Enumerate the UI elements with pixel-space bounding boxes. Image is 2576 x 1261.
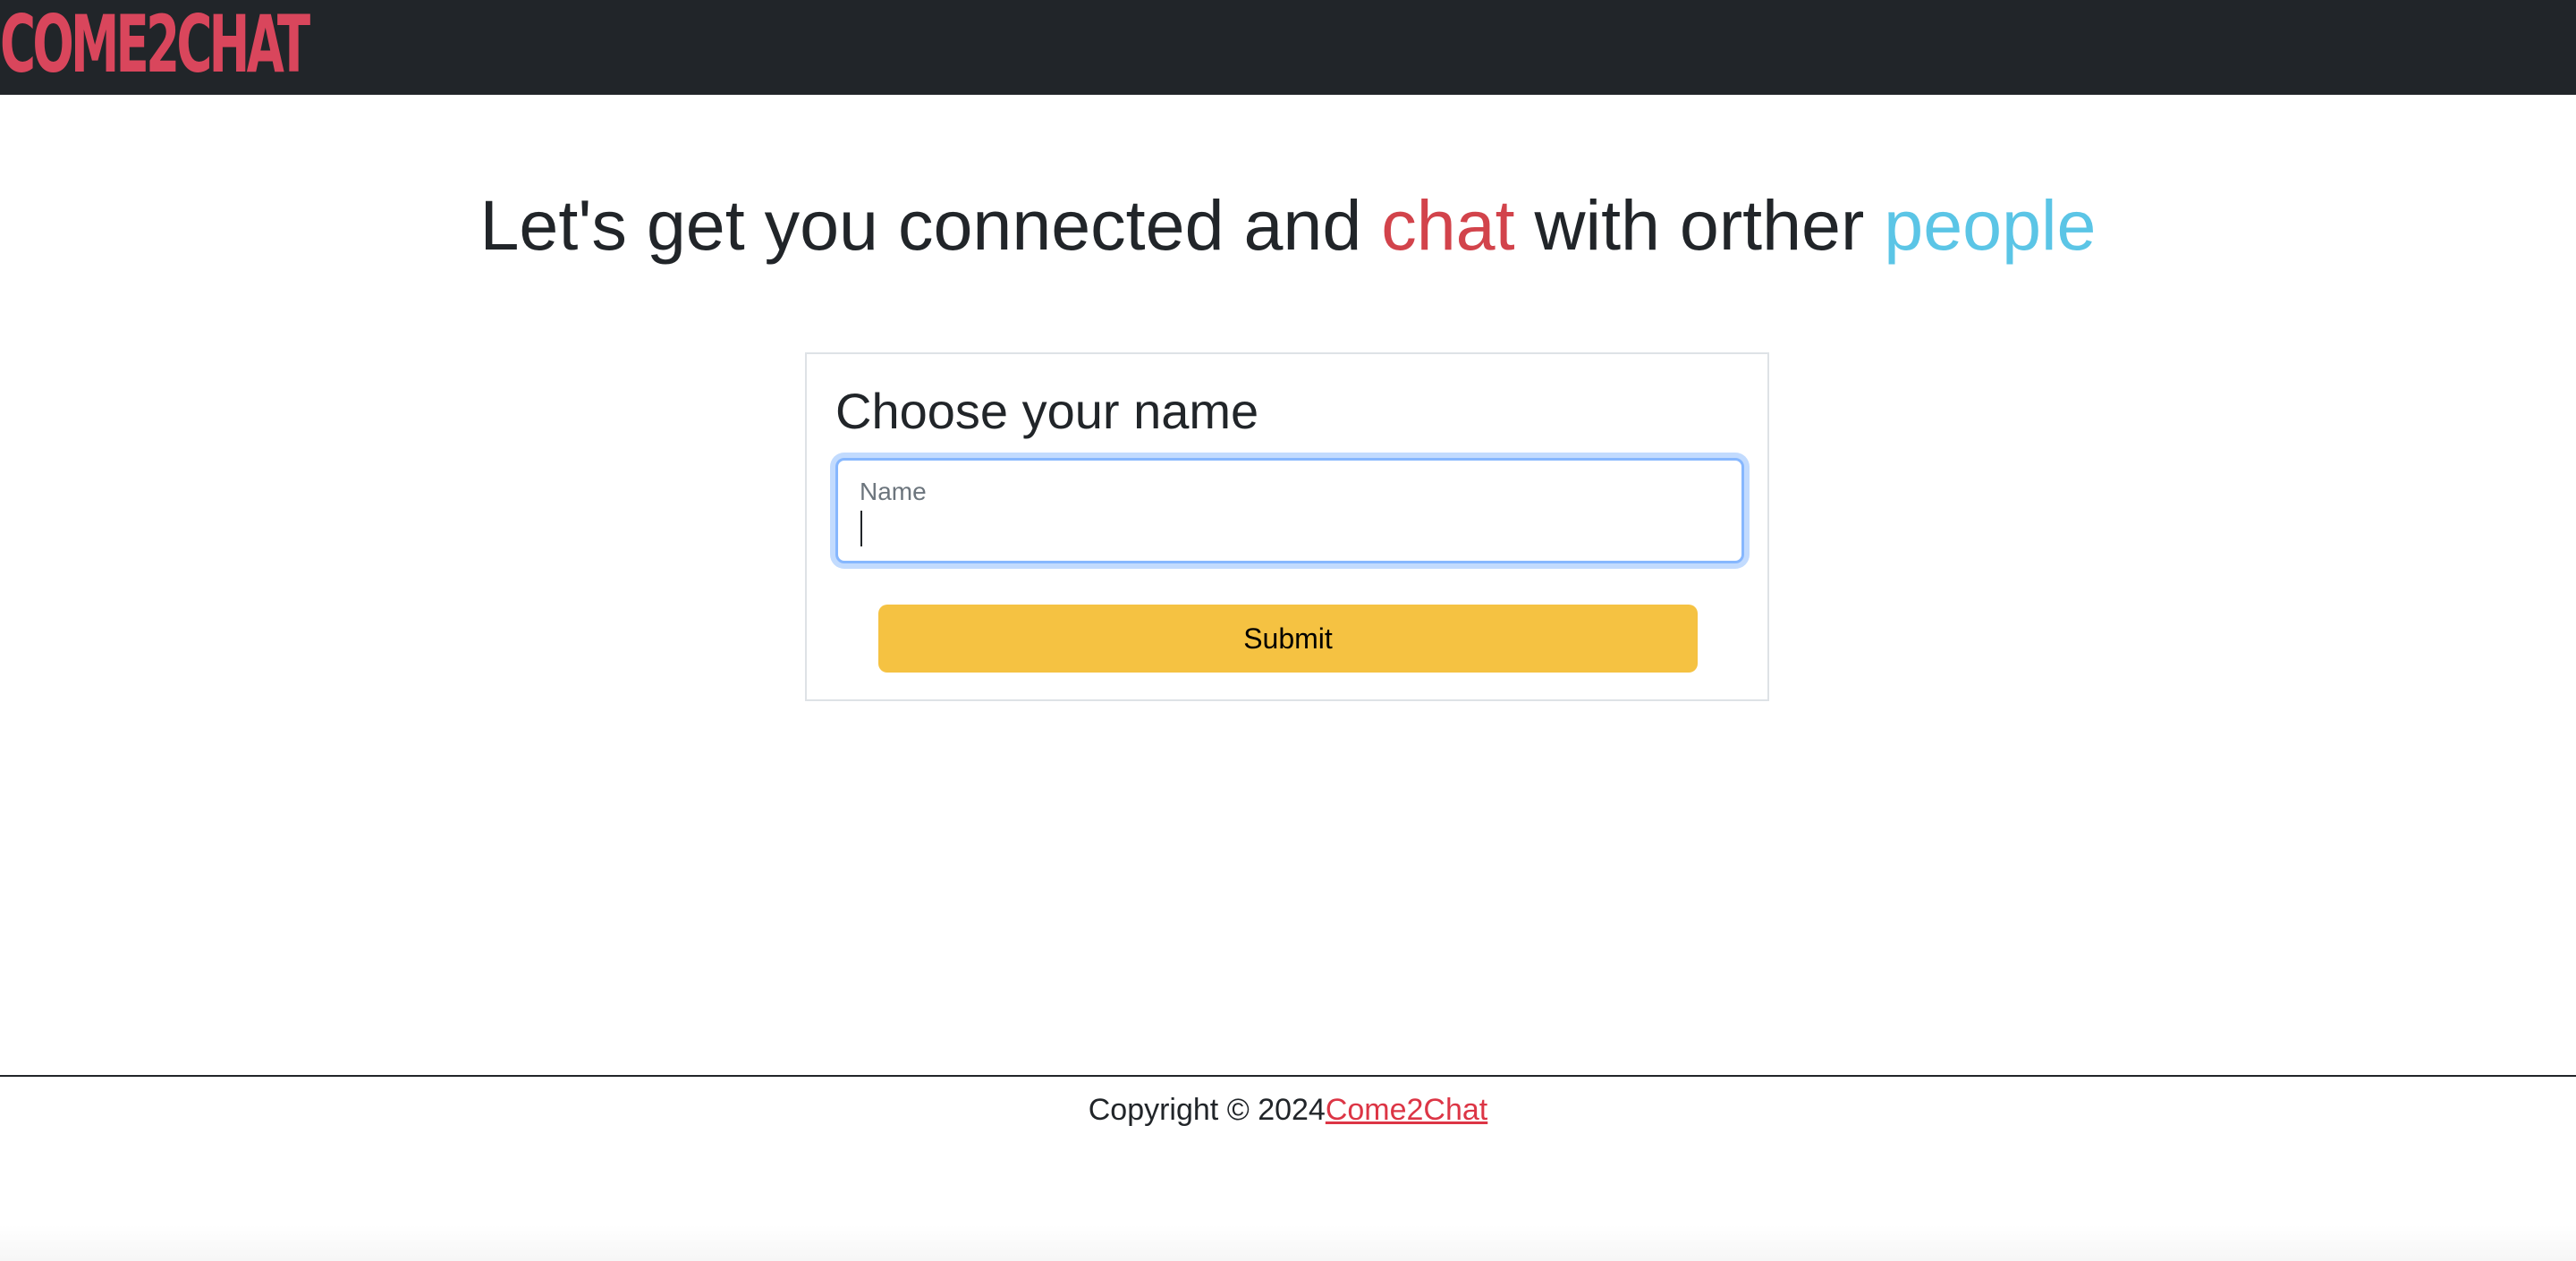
submit-button[interactable]: Submit: [878, 605, 1698, 673]
name-input[interactable]: [858, 509, 1716, 552]
navbar: Come2Chat: [0, 0, 2576, 95]
footer-divider: [0, 1075, 2576, 1077]
name-form-card: Choose your name Name Submit: [805, 352, 1769, 701]
bottom-fade: [0, 1225, 2576, 1261]
copyright-text: Copyright © 2024: [1088, 1093, 1326, 1127]
page-headline: Let's get you connected and chat with or…: [0, 179, 2576, 272]
form-title: Choose your name: [835, 383, 1259, 439]
text-cursor: [860, 511, 862, 546]
footer-brand-link[interactable]: Come2Chat: [1326, 1093, 1487, 1127]
brand-logo-text: Come2Chat: [0, 0, 310, 90]
headline-highlight-people: people: [1884, 185, 2097, 265]
footer: Copyright © 2024Come2Chat: [0, 1091, 2576, 1129]
headline-text-2: with orther: [1514, 185, 1885, 265]
page: Come2Chat Let's get you connected and ch…: [0, 0, 2576, 1261]
brand-logo[interactable]: Come2Chat: [0, 0, 496, 90]
headline-text-1: Let's get you connected and: [479, 185, 1382, 265]
name-field-label: Name: [860, 478, 927, 505]
headline-highlight-chat: chat: [1381, 185, 1515, 265]
name-field[interactable]: Name: [835, 458, 1744, 563]
